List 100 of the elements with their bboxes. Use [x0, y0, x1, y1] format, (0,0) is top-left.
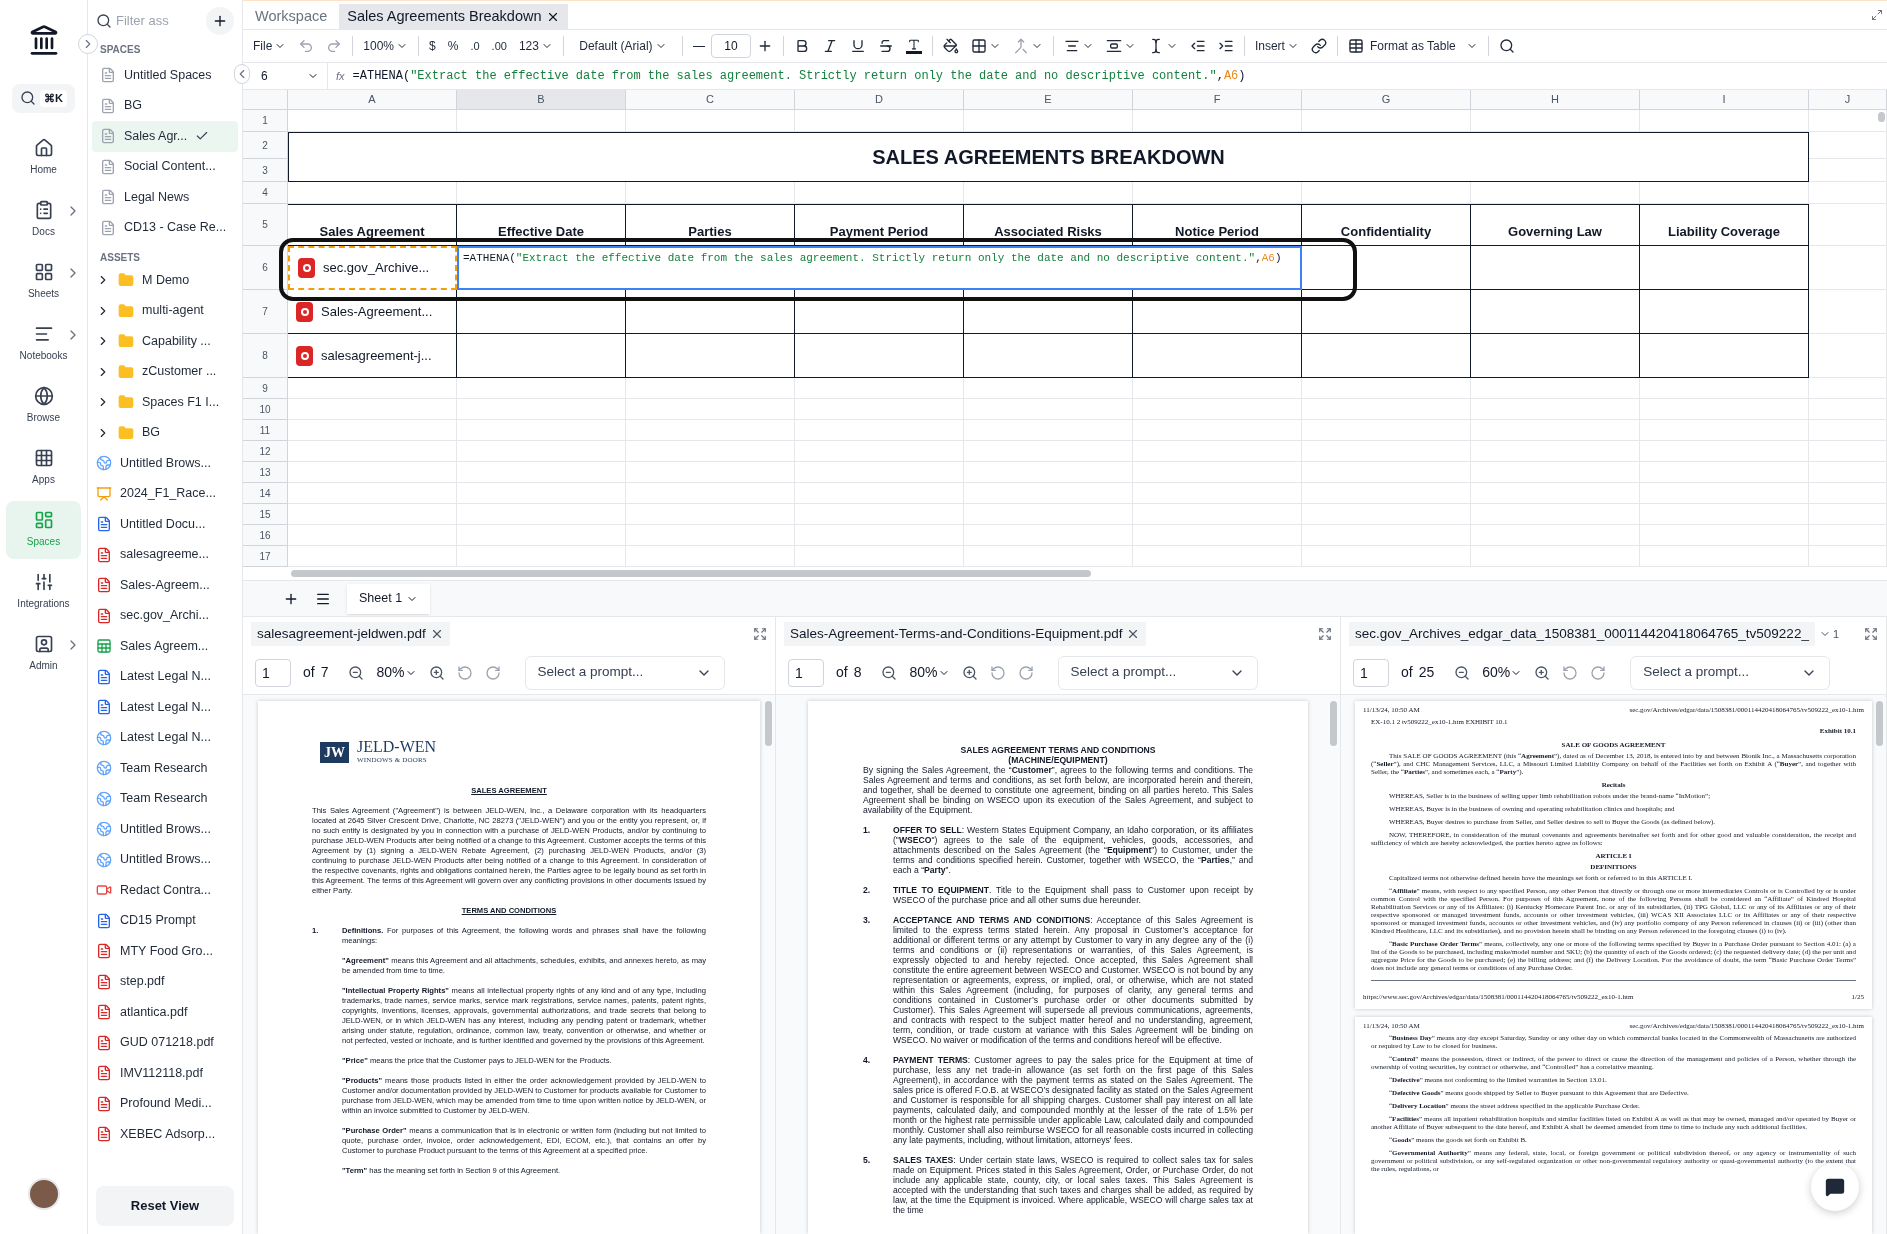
select-all-corner[interactable] [243, 90, 288, 110]
zoom-in-icon[interactable] [1534, 664, 1551, 681]
asset-item[interactable]: Team Research [88, 783, 242, 814]
folder-item[interactable]: Spaces F1 I... [88, 387, 242, 418]
asset-item[interactable]: IMV112118.pdf [88, 1058, 242, 1089]
spreadsheet-cell[interactable] [1640, 290, 1809, 334]
column-header[interactable]: F [1133, 90, 1302, 110]
space-item[interactable]: Untitled Spaces [92, 60, 238, 91]
page-number-field[interactable]: 1 [1353, 658, 1389, 687]
zoom-in-icon[interactable] [961, 664, 978, 681]
asset-item[interactable]: Redact Contra... [88, 875, 242, 906]
vertical-scrollbar[interactable] [1876, 701, 1883, 746]
page-number-field[interactable]: 1 [255, 658, 291, 687]
document-tab[interactable]: sec.gov_Archives_edgar_data_1508381_000114420418064765_tv509222_ [1349, 622, 1815, 646]
asset-item[interactable]: 2024_F1_Race... [88, 478, 242, 509]
zoom-select[interactable]: 60% [1482, 662, 1523, 683]
asset-item[interactable]: salesagreeme... [88, 539, 242, 570]
asset-item[interactable]: Untitled Brows... [88, 844, 242, 875]
column-header[interactable]: A [288, 90, 457, 110]
prompt-select[interactable]: Select a prompt... [524, 655, 725, 690]
percent-button[interactable]: % [441, 33, 465, 59]
collapse-toggle-icon[interactable] [234, 64, 250, 84]
cell-name-box[interactable]: 6 [253, 63, 328, 89]
nav-item[interactable]: Home [6, 128, 81, 187]
asset-item[interactable]: Latest Legal N... [88, 661, 242, 692]
asset-item[interactable]: Untitled Brows... [88, 814, 242, 845]
font-select[interactable]: Default (Arial) [567, 33, 678, 59]
file-menu[interactable]: File [247, 33, 293, 59]
zoom-out-icon[interactable] [881, 664, 898, 681]
space-item[interactable]: Sales Agr... [92, 121, 238, 152]
spreadsheet-cell[interactable] [964, 334, 1133, 378]
asset-item[interactable]: MTY Food Gro... [88, 936, 242, 967]
column-header[interactable]: H [1471, 90, 1640, 110]
spreadsheet-cell[interactable] [1640, 334, 1809, 378]
asset-item[interactable]: Untitled Docu... [88, 509, 242, 540]
zoom-select[interactable]: 80% [909, 662, 950, 683]
space-item[interactable]: BG [92, 90, 238, 121]
nav-item[interactable]: Docs [6, 190, 81, 249]
spreadsheet-cell[interactable] [1471, 334, 1640, 378]
column-header[interactable]: C [626, 90, 795, 110]
avatar[interactable] [27, 1178, 60, 1210]
rotate-right-icon[interactable] [1590, 664, 1607, 681]
spreadsheet-cell[interactable] [1471, 246, 1640, 290]
workspace-tab[interactable]: Workspace [247, 4, 336, 29]
spreadsheet-cell[interactable] [795, 290, 964, 334]
spreadsheet-cell[interactable] [457, 290, 626, 334]
zoom-in-icon[interactable] [428, 664, 445, 681]
nav-item[interactable]: Browse [6, 376, 81, 435]
spreadsheet-cell[interactable] [626, 290, 795, 334]
vertical-scrollbar[interactable] [1878, 112, 1885, 122]
horizontal-scrollbar[interactable] [291, 570, 1091, 577]
search-button[interactable]: ⌘K [12, 84, 75, 113]
decrease-decimal-button[interactable]: .0 [464, 33, 486, 59]
vertical-scrollbar[interactable] [1330, 701, 1337, 746]
reset-view-button[interactable]: Reset View [96, 1186, 234, 1226]
zoom-select[interactable]: 80% [376, 662, 417, 683]
prompt-select[interactable]: Select a prompt... [1057, 655, 1258, 690]
spreadsheet-cell[interactable] [1302, 334, 1471, 378]
spreadsheet-cell[interactable] [1302, 290, 1471, 334]
folder-item[interactable]: multi-agent [88, 295, 242, 326]
spreadsheet-cell[interactable] [964, 290, 1133, 334]
spreadsheet-cell[interactable] [457, 334, 626, 378]
insert-menu[interactable]: Insert [1248, 33, 1305, 59]
nav-item[interactable]: Admin [6, 624, 81, 683]
spreadsheet-cell[interactable] [795, 334, 964, 378]
space-item[interactable]: CD13 - Case Re... [92, 212, 238, 243]
asset-item[interactable]: Latest Legal N... [88, 722, 242, 753]
filter-field[interactable]: Filter ass [116, 11, 196, 31]
rotate-left-icon[interactable] [989, 664, 1006, 681]
nav-item[interactable]: Notebooks [6, 314, 81, 373]
spreadsheet-cell[interactable] [626, 334, 795, 378]
space-item[interactable]: Social Content... [92, 151, 238, 182]
document-tab[interactable]: Sales-Agreement-Terms-and-Conditions-Equipment.pdf [784, 622, 1147, 646]
zoom-select[interactable]: 100% [357, 33, 415, 59]
attachment-cell[interactable]: Sales-Agreement... [288, 290, 457, 334]
format-as-table-button[interactable]: Format as Table [1341, 33, 1484, 59]
formula-editor[interactable]: =ATHENA("Extract the effective date from the sales agreement. Strictly return only the date and no descriptive content.",A6) [457, 246, 1302, 290]
attachment-cell[interactable]: salesagreement-j... [288, 334, 457, 378]
workspace-tab[interactable]: Sales Agreements Breakdown [339, 4, 568, 29]
asset-item[interactable]: CD15 Prompt [88, 905, 242, 936]
asset-item[interactable]: atlantica.pdf [88, 997, 242, 1028]
nav-item[interactable]: Sheets [6, 252, 81, 311]
nav-item[interactable]: Integrations [6, 562, 81, 621]
formula-field[interactable]: =ATHENA("Extract the effective date from the sales agreement. Strictly return only the date and no descriptive content.",A6) [352, 67, 1246, 85]
sheet-tab[interactable]: Sheet 1 [347, 583, 431, 614]
increase-decimal-button[interactable]: .00 [485, 33, 513, 59]
zoom-out-icon[interactable] [1454, 664, 1471, 681]
add-button[interactable] [206, 7, 234, 35]
column-header[interactable]: G [1302, 90, 1471, 110]
space-item[interactable]: Legal News [92, 182, 238, 213]
nav-item[interactable]: Apps [6, 438, 81, 497]
column-header[interactable]: I [1640, 90, 1809, 110]
expand-icon[interactable] [753, 627, 767, 641]
rotate-right-icon[interactable] [484, 664, 501, 681]
currency-button[interactable]: $ [423, 33, 442, 59]
spreadsheet-cell[interactable] [1640, 246, 1809, 290]
prompt-select[interactable]: Select a prompt... [1630, 655, 1831, 690]
folder-item[interactable]: Capability ... [88, 326, 242, 357]
number-format-select[interactable]: 123 [512, 33, 559, 59]
asset-item[interactable]: XEBEC Adsorp... [88, 1119, 242, 1150]
